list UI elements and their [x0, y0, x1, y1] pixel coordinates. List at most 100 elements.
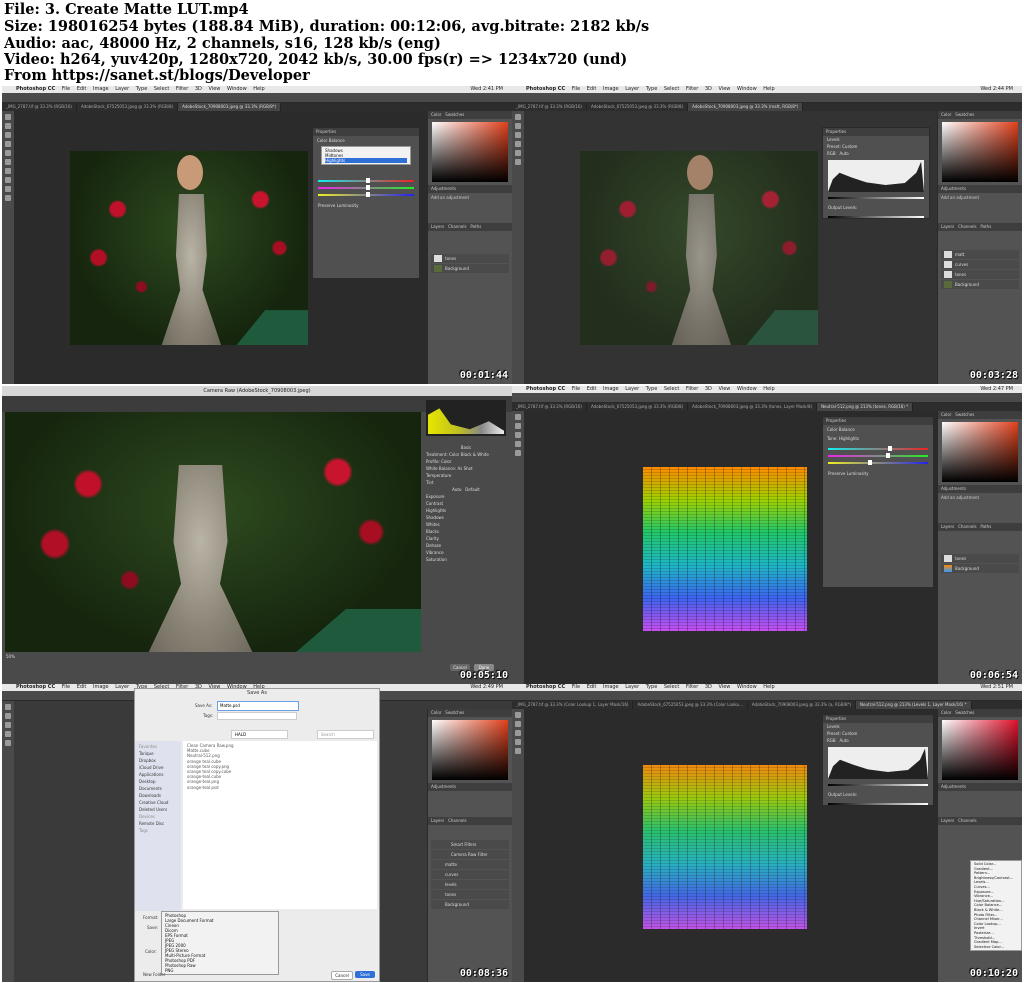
doc-tab[interactable]: _IMG_2787.tif @ 33.3% (RGB/16) [2, 103, 77, 111]
levels-histogram[interactable] [828, 160, 924, 192]
white-balance-select[interactable]: As Shot [457, 466, 472, 471]
layer-row[interactable]: tones [941, 554, 1019, 563]
blacks-slider[interactable]: Blacks [426, 528, 506, 535]
menu-window[interactable]: Window [737, 86, 757, 92]
layer-row[interactable]: Background [941, 280, 1019, 289]
saturation-slider[interactable]: Saturation [426, 556, 506, 563]
menu-3d[interactable]: 3D [705, 684, 712, 690]
tab-paths[interactable]: Paths [980, 224, 991, 229]
menu-app[interactable]: Photoshop CC [526, 386, 565, 392]
menu-window[interactable]: Window [227, 86, 247, 92]
menu-select[interactable]: Select [664, 386, 679, 392]
doc-tab[interactable]: AdobeStock_70908003.jpeg @ 33.3% (tones,… [688, 403, 818, 411]
layer-row[interactable]: curves [941, 260, 1019, 269]
color-picker[interactable] [942, 720, 1018, 780]
menu-edit[interactable]: Edit [587, 86, 597, 92]
sidebar-item[interactable]: Applications [139, 771, 177, 778]
move-tool-icon[interactable] [5, 114, 11, 120]
menu-image[interactable]: Image [93, 86, 109, 92]
doc-tab[interactable]: AdobeStock_67525053.jpeg @ 33.3% (RGB/8) [587, 403, 689, 411]
doc-tab[interactable]: AdobeStock_67525053.jpeg @ 33.3% (RGB/8) [77, 103, 179, 111]
exposure-slider[interactable]: Exposure [426, 493, 506, 500]
yellow-blue-slider[interactable] [318, 192, 414, 197]
tab-channels[interactable]: Channels [958, 524, 977, 529]
menu-filter[interactable]: Filter [686, 386, 698, 392]
highlights-slider[interactable]: Highlights [426, 507, 506, 514]
menu-file[interactable]: File [572, 86, 580, 92]
auto-button[interactable]: Auto [839, 738, 848, 743]
marquee-tool-icon[interactable] [5, 713, 11, 719]
layer-row[interactable]: levels [431, 880, 509, 889]
tab-adjustments[interactable]: Adjustments [938, 783, 1022, 791]
tab-swatches[interactable]: Swatches [445, 710, 464, 715]
menu-file[interactable]: File [572, 386, 580, 392]
preserve-luminosity-checkbox[interactable]: Preserve Luminosity [313, 201, 419, 210]
tab-adjustments[interactable]: Adjustments [938, 485, 1022, 493]
color-picker[interactable] [942, 122, 1018, 182]
doc-tab[interactable]: AdobeStock_67525053.jpeg @ 33.3% (Color … [633, 701, 748, 709]
file-item[interactable]: orange-teal.psd [187, 785, 373, 790]
menu-help[interactable]: Help [763, 684, 774, 690]
tab-layers[interactable]: Layers [941, 224, 954, 229]
menu-image[interactable]: Image [603, 86, 619, 92]
menu-3d[interactable]: 3D [705, 86, 712, 92]
layer-row[interactable]: tones [431, 890, 509, 899]
tab-paths[interactable]: Paths [470, 224, 481, 229]
menu-edit[interactable]: Edit [77, 684, 87, 690]
menu-file[interactable]: File [572, 684, 580, 690]
brush-tool-icon[interactable] [515, 441, 521, 447]
treatment-bw[interactable]: Black & White [461, 452, 489, 457]
whites-slider[interactable]: Whites [426, 521, 506, 528]
tab-color[interactable]: Color [941, 112, 951, 117]
clarity-slider[interactable]: Clarity [426, 535, 506, 542]
menu-image[interactable]: Image [603, 684, 619, 690]
search-input[interactable]: Search [317, 730, 374, 739]
menu-3d[interactable]: 3D [705, 386, 712, 392]
doc-tab[interactable]: _IMG_2787.tif @ 33.3% (RGB/16) [512, 103, 587, 111]
move-tool-icon[interactable] [5, 704, 11, 710]
tab-swatches[interactable]: Swatches [445, 112, 464, 117]
tab-channels[interactable]: Channels [448, 818, 467, 823]
layer-row[interactable]: tones [941, 270, 1019, 279]
layer-row[interactable]: matt [941, 250, 1019, 259]
menu-layer[interactable]: Layer [115, 86, 129, 92]
tab-channels[interactable]: Channels [958, 818, 977, 823]
brush-tool-icon[interactable] [5, 159, 11, 165]
menu-layer[interactable]: Layer [625, 86, 639, 92]
temperature-slider[interactable]: Temperature [426, 472, 506, 479]
cancel-button[interactable]: Cancel [331, 971, 353, 980]
lasso-tool-icon[interactable] [515, 132, 521, 138]
color-picker[interactable] [432, 720, 508, 780]
layer-row[interactable]: Background [431, 264, 509, 273]
marquee-tool-icon[interactable] [515, 123, 521, 129]
menu-help[interactable]: Help [253, 86, 264, 92]
lasso-tool-icon[interactable] [515, 432, 521, 438]
tab-adjustments[interactable]: Adjustments [938, 185, 1022, 193]
cyan-red-slider[interactable] [828, 446, 928, 451]
menu-app[interactable]: Photoshop CC [16, 684, 55, 690]
menu-3d[interactable]: 3D [195, 86, 202, 92]
menu-edit[interactable]: Edit [587, 386, 597, 392]
channel-select[interactable]: RGB [827, 151, 836, 156]
tab-adjustments[interactable]: Adjustments [428, 185, 512, 193]
tab-swatches[interactable]: Swatches [955, 112, 974, 117]
doc-tab[interactable]: _IMG_2787.tif @ 33.3% (Color Lookup 1, L… [512, 701, 634, 709]
menu-type[interactable]: Type [646, 386, 657, 392]
layer-row[interactable]: matte [431, 860, 509, 869]
marquee-tool-icon[interactable] [515, 721, 521, 727]
lasso-tool-icon[interactable] [5, 722, 11, 728]
menu-select[interactable]: Select [154, 86, 169, 92]
crop-tool-icon[interactable] [515, 141, 521, 147]
preset-select[interactable]: Custom [842, 731, 857, 736]
tab-layers[interactable]: Layers [941, 818, 954, 823]
lasso-tool-icon[interactable] [515, 730, 521, 736]
menu-app[interactable]: Photoshop CC [526, 684, 565, 690]
sidebar-item[interactable]: Documents [139, 785, 177, 792]
sidebar-item[interactable]: iCloud Drive [139, 764, 177, 771]
eyedropper-tool-icon[interactable] [5, 150, 11, 156]
menu-view[interactable]: View [209, 86, 221, 92]
menu-view[interactable]: View [719, 684, 731, 690]
menu-select[interactable]: Select [664, 684, 679, 690]
menu-image[interactable]: Image [603, 386, 619, 392]
hand-tool-icon[interactable] [5, 195, 11, 201]
